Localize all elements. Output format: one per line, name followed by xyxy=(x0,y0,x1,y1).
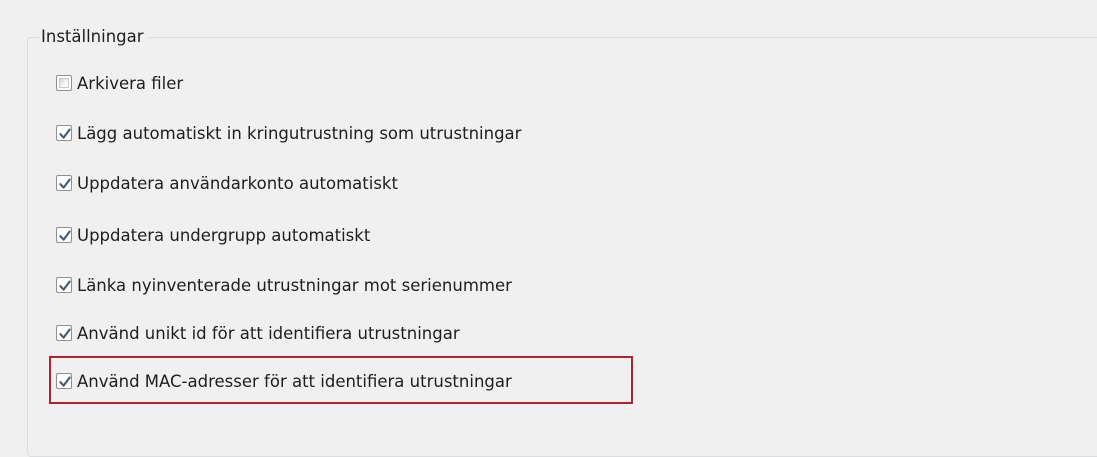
option-label: Länka nyinventerade utrustningar mot ser… xyxy=(77,275,512,295)
option-label: Arkivera filer xyxy=(77,73,184,93)
checkmark-icon xyxy=(59,178,71,189)
option-unikt-id[interactable]: Använd unikt id för att identifiera utru… xyxy=(56,322,460,344)
checkbox-unchecked-fill xyxy=(59,78,69,88)
checkbox-kringutrustning[interactable] xyxy=(56,125,72,141)
highlight-box xyxy=(49,356,633,404)
option-label: Uppdatera undergrupp automatiskt xyxy=(77,225,371,245)
option-arkivera-filer[interactable]: Arkivera filer xyxy=(56,72,183,94)
checkbox-unikt-id[interactable] xyxy=(56,325,72,341)
option-undergrupp[interactable]: Uppdatera undergrupp automatiskt xyxy=(56,224,370,246)
checkmark-icon xyxy=(59,328,71,339)
checkbox-undergrupp[interactable] xyxy=(56,227,72,243)
option-kringutrustning[interactable]: Lägg automatiskt in kringutrustning som … xyxy=(56,122,521,144)
option-label: Uppdatera användarkonto automatiskt xyxy=(77,173,398,193)
checkbox-arkivera-filer[interactable] xyxy=(56,75,72,91)
checkmark-icon xyxy=(59,230,71,241)
option-serienummer[interactable]: Länka nyinventerade utrustningar mot ser… xyxy=(56,274,512,296)
option-label: Lägg automatiskt in kringutrustning som … xyxy=(77,123,522,143)
checkmark-icon xyxy=(59,280,71,291)
checkmark-icon xyxy=(59,128,71,139)
checkbox-anvandarkonto[interactable] xyxy=(56,175,72,191)
checkbox-serienummer[interactable] xyxy=(56,277,72,293)
option-label: Använd unikt id för att identifiera utru… xyxy=(77,323,460,343)
groupbox-title: Inställningar xyxy=(40,26,148,48)
option-anvandarkonto[interactable]: Uppdatera användarkonto automatiskt xyxy=(56,172,398,194)
